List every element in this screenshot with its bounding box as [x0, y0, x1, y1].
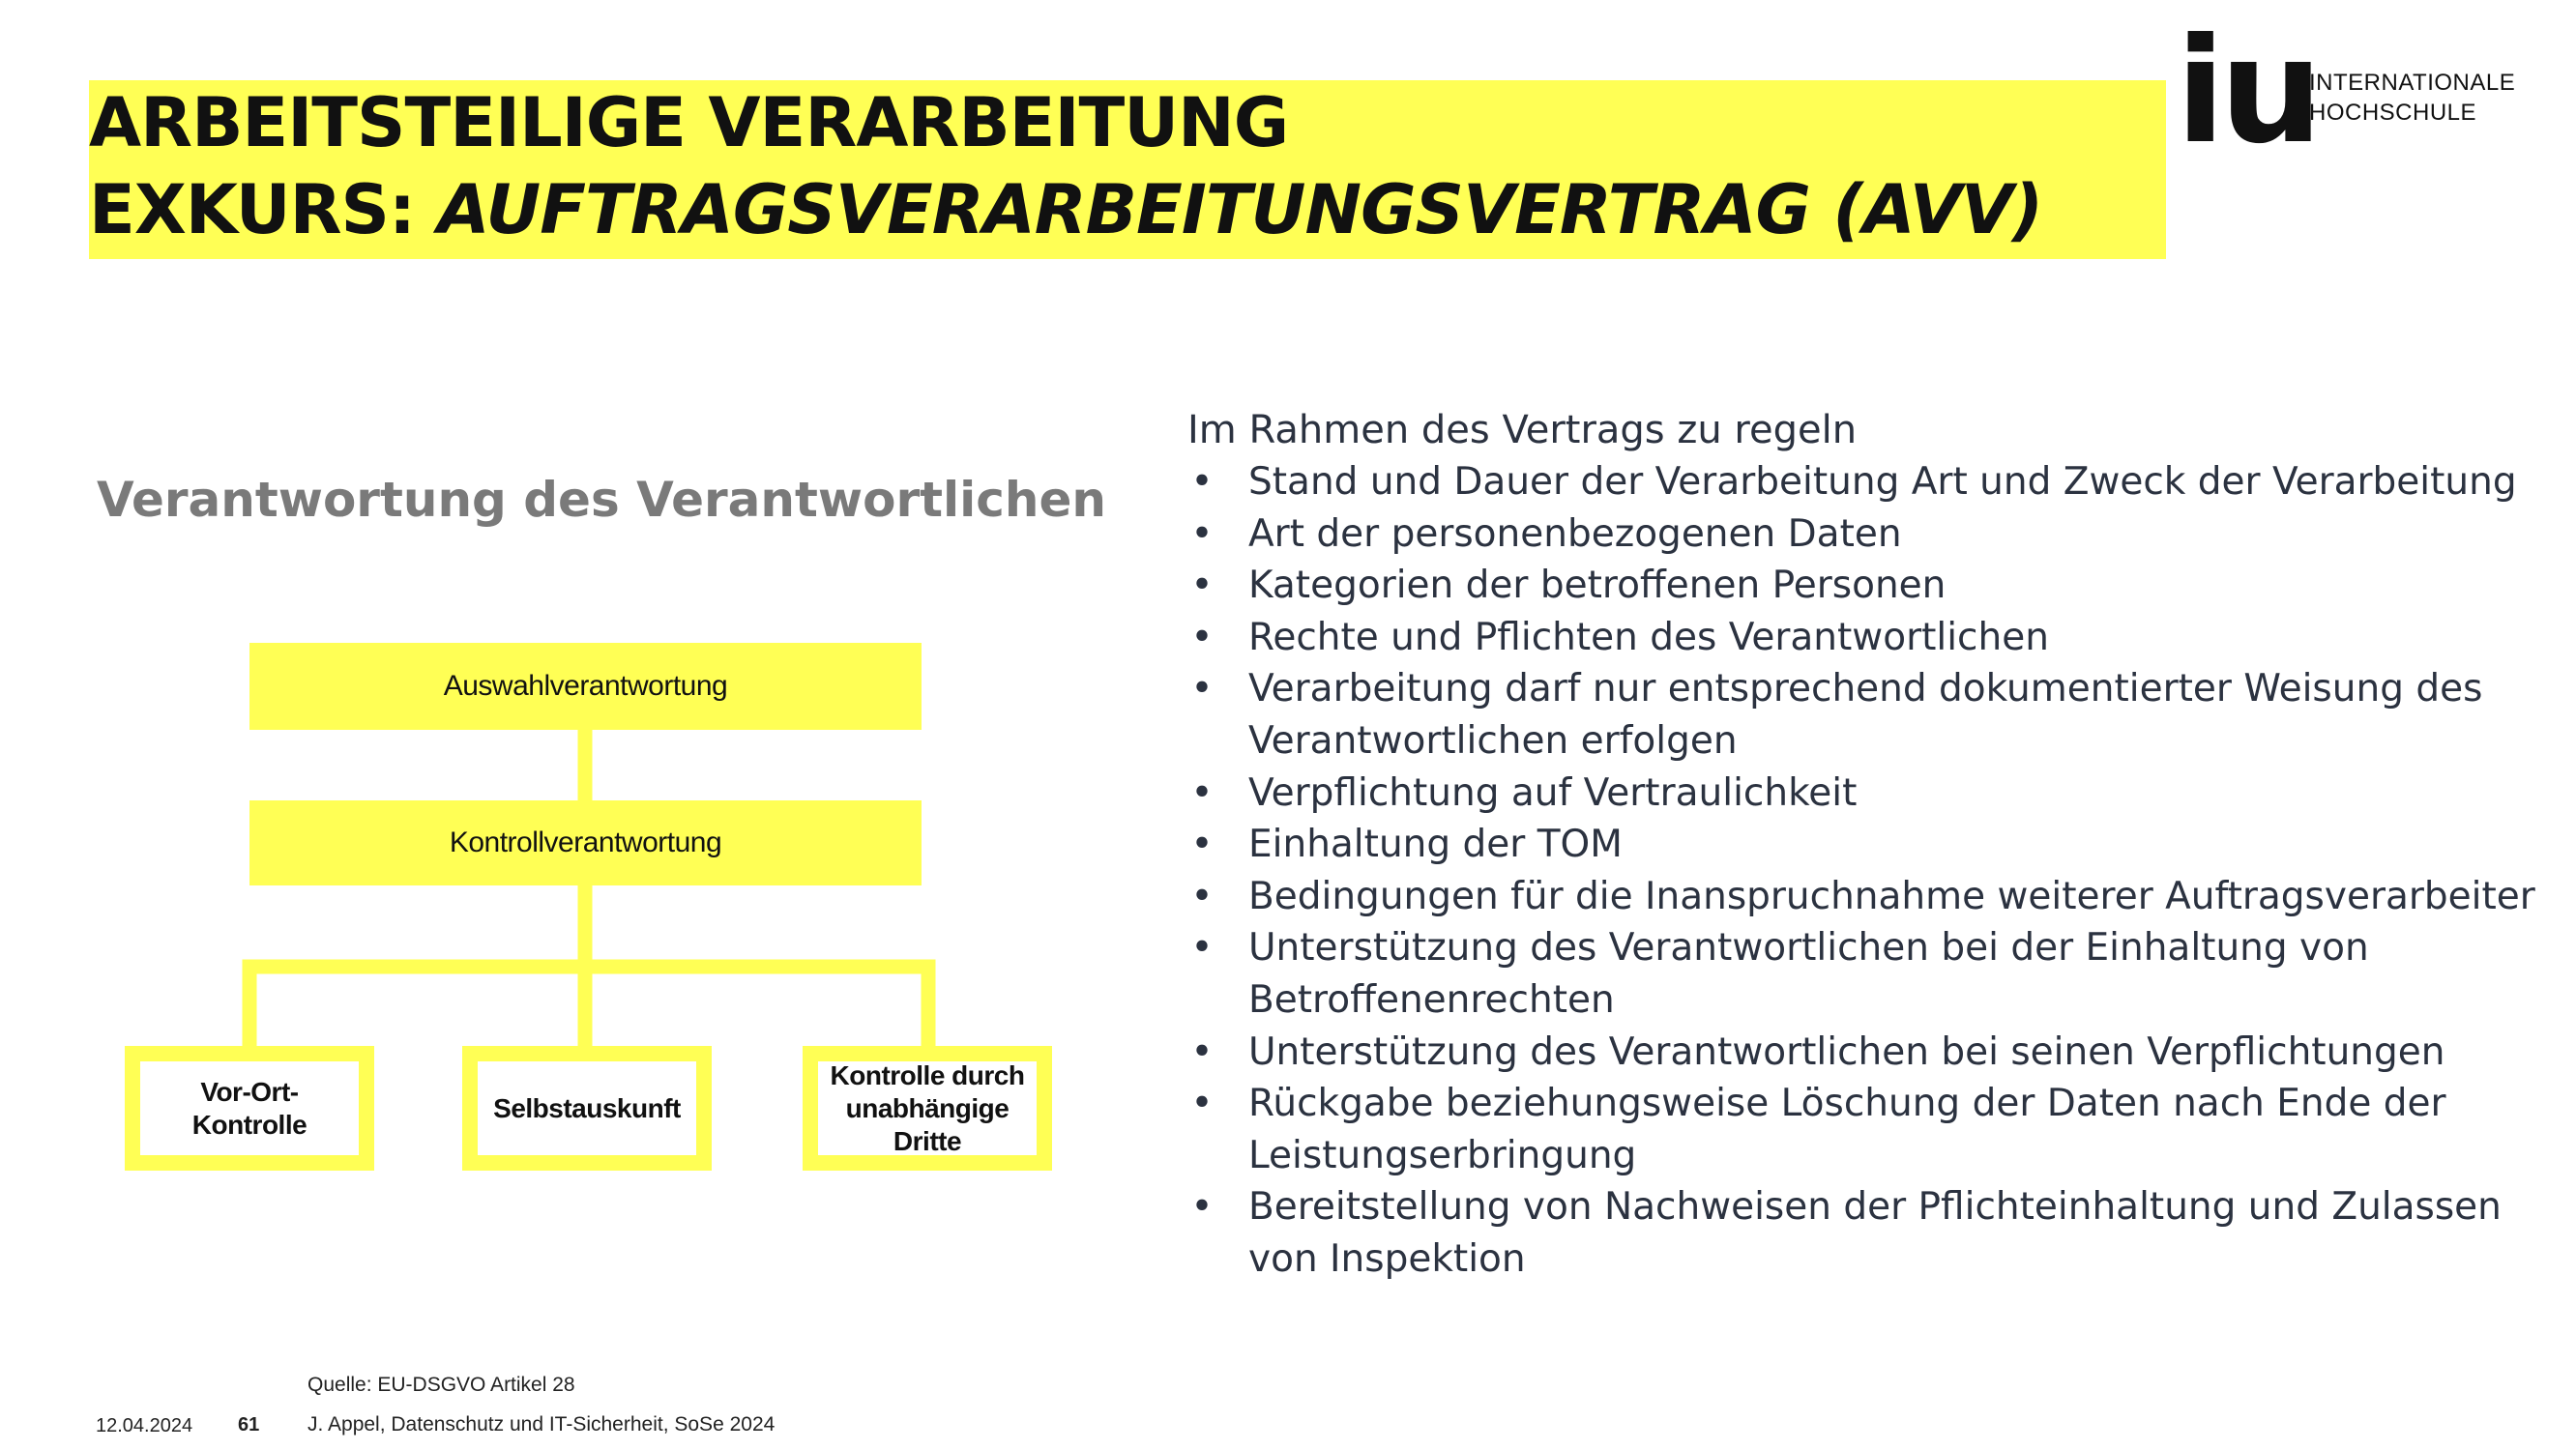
- diagram-connectors: [242, 730, 936, 1054]
- list-item-text: Kategorien der betroffenen Personen: [1248, 564, 1947, 608]
- list-item: • Stand und Dauer der Verarbeitung Art un…: [1187, 456, 2541, 508]
- source-note: Quelle: EU-DSGVO Artikel 28: [307, 1374, 575, 1396]
- list-item: • Bereitstellung von Nachweisen der Pflic…: [1187, 1181, 2541, 1285]
- bullet-icon: •: [1190, 926, 1214, 971]
- bullet-icon: •: [1190, 1030, 1214, 1074]
- list-item-text: Rückgabe beziehungsweise Löschung der Da…: [1248, 1082, 2446, 1177]
- requirements-list: • Stand und Dauer der Verarbeitung Art un…: [1187, 456, 2541, 1286]
- bullet-icon: •: [1190, 615, 1214, 659]
- bullet-icon: •: [1190, 511, 1214, 556]
- logo-text: INTERNATIONALE HOCHSCHULE: [2309, 68, 2561, 128]
- list-item-text: Bedingungen für die Inanspruchnahme weit…: [1248, 874, 2535, 918]
- bullet-icon: •: [1190, 874, 1214, 918]
- list-item: • Kategorien der betroffenen Personen: [1187, 560, 2541, 612]
- node-kontrollverantwortung: Kontrollverantwortung: [449, 826, 722, 858]
- list-item-text: Art der personenbezogenen Daten: [1248, 511, 1902, 556]
- node-auswahlverantwortung: Auswahlverantwortung: [443, 670, 728, 702]
- list-item-text: Unterstützung des Verantwortlichen bei s…: [1248, 1030, 2445, 1074]
- list-item: • Art der personenbezogenen Daten: [1187, 508, 2541, 561]
- list-item: • Verpflichtung auf Vertraulichkeit: [1187, 768, 2541, 820]
- bullet-icon: •: [1190, 823, 1214, 867]
- bullet-icon: •: [1190, 770, 1214, 815]
- list-item-text: Verarbeitung darf nur entsprechend dokum…: [1248, 667, 2483, 763]
- bullet-icon: •: [1190, 460, 1214, 504]
- node-selbstauskunft: Selbstauskunft: [493, 1092, 681, 1123]
- page-number: 61: [238, 1414, 260, 1436]
- footer-date: 12.04.2024: [96, 1415, 193, 1436]
- list-item: • Rechte und Pflichten des Verantwortlich…: [1187, 612, 2541, 664]
- responsibility-diagram: [125, 643, 1052, 1171]
- list-item: • Unterstützung des Verantwortlichen bei …: [1187, 922, 2541, 1026]
- logo-line-2: HOCHSCHULE: [2309, 100, 2477, 126]
- bullet-icon: •: [1190, 1082, 1214, 1126]
- node-vor-ort-kontrolle: Vor-Ort- Kontrolle: [191, 1076, 307, 1140]
- bullet-icon: •: [1190, 1185, 1214, 1230]
- list-item-text: Einhaltung der TOM: [1248, 823, 1623, 867]
- iu-logo-icon: iu: [2176, 8, 2323, 176]
- list-item: • Rückgabe beziehungsweise Löschung der D…: [1187, 1078, 2541, 1181]
- list-item: • Verarbeitung darf nur entsprechend doku…: [1187, 663, 2541, 767]
- footer-author: J. Appel, Datenschutz und IT-Sicherheit,…: [307, 1413, 776, 1436]
- logo-line-1: INTERNATIONALE: [2309, 70, 2516, 96]
- list-item-text: Verpflichtung auf Vertraulichkeit: [1248, 770, 1858, 815]
- list-item-text: Rechte und Pflichten des Verantwortliche…: [1248, 615, 2049, 659]
- list-item: • Bedingungen für die Inanspruchnahme wei…: [1187, 871, 2541, 923]
- bullet-icon: •: [1190, 667, 1214, 711]
- list-item-text: Bereitstellung von Nachweisen der Pflich…: [1248, 1185, 2502, 1281]
- list-intro: Im Rahmen des Vertrags zu regeln: [1187, 408, 1858, 452]
- list-item-text: Stand und Dauer der Verarbeitung Art und…: [1248, 460, 2517, 504]
- list-item: • Unterstützung des Verantwortlichen bei …: [1187, 1027, 2541, 1079]
- bullet-icon: •: [1190, 564, 1214, 608]
- list-item-text: Unterstützung des Verantwortlichen bei d…: [1248, 926, 2369, 1022]
- list-item: • Einhaltung der TOM: [1187, 819, 2541, 871]
- node-kontrolle-dritte: Kontrolle durch unabhängige Dritte: [830, 1059, 1025, 1156]
